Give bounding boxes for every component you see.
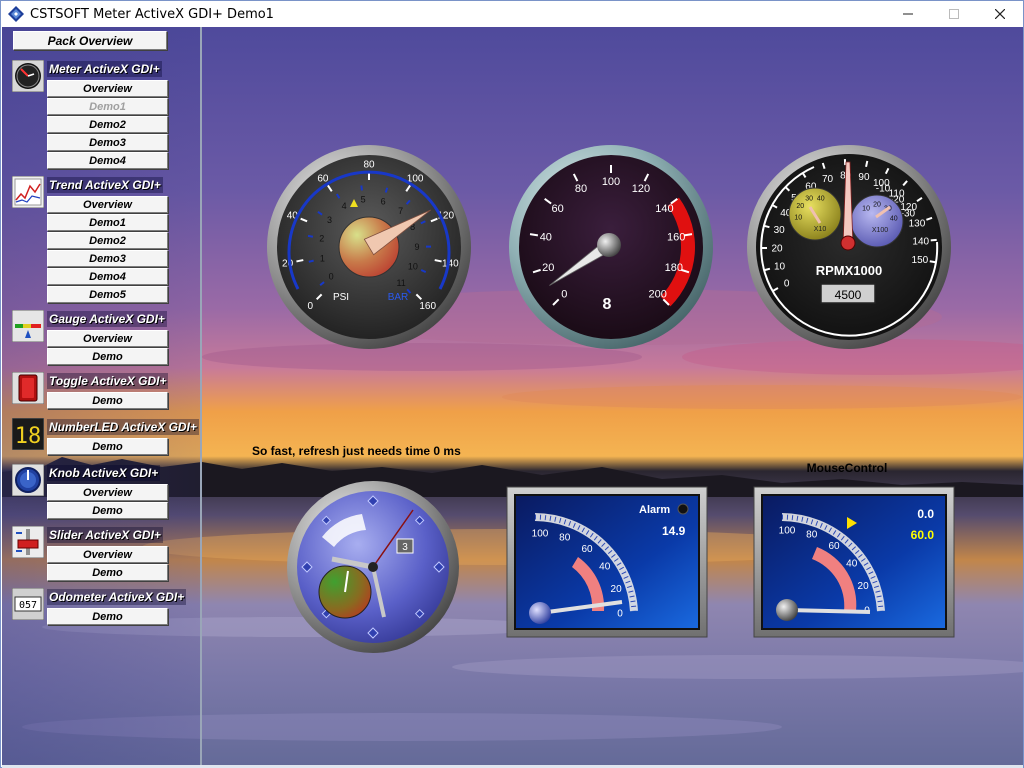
- speed-tick-label: 0: [561, 289, 567, 301]
- alarm-tick-label: 40: [599, 561, 611, 572]
- mouse-control-caption: MouseControl: [807, 461, 888, 475]
- speedometer-readout: 8: [603, 296, 612, 313]
- speed-tick-label: 20: [542, 262, 554, 274]
- rpm-tick: [865, 160, 869, 167]
- rpm-tick-label: 0: [784, 279, 790, 290]
- speed-tick: [529, 233, 539, 237]
- bar-tick-label: 9: [414, 242, 419, 252]
- bar-tick: [308, 259, 314, 263]
- mouse-meter-needle[interactable]: [786, 608, 871, 614]
- alarm-tick-label: 20: [611, 584, 623, 595]
- refresh-caption: So fast, refresh just needs time 0 ms: [252, 444, 461, 458]
- window-title: CSTSOFT Meter ActiveX GDI+ Demo1: [30, 6, 274, 22]
- rpm-tick-label: 70: [822, 174, 834, 185]
- alarm-indicator-icon: [677, 503, 689, 515]
- rpm-tick: [929, 260, 936, 264]
- bar-tick-label: 11: [396, 278, 405, 288]
- rpm-tick-label: 90: [858, 172, 870, 183]
- minimize-icon: [903, 13, 913, 15]
- rpm-sub-right-tick-label: 20: [873, 201, 881, 208]
- bar-unit-label: BAR: [388, 292, 409, 303]
- bar-tick-label: 7: [398, 206, 403, 216]
- psi-tick-label: 160: [419, 301, 436, 312]
- bar-tick-label: 0: [329, 272, 334, 282]
- alarm-tick-label: 0: [617, 609, 623, 620]
- rpm-gauge: 0102030405060708090100110120130140150-10…: [747, 145, 951, 349]
- speed-tick-label: 200: [648, 289, 666, 301]
- speed-tick-label: 100: [602, 176, 620, 188]
- app-window: CSTSOFT Meter ActiveX GDI+ Demo1 Pack Ov…: [0, 0, 1024, 768]
- rpm-tick-label: 10: [774, 262, 786, 273]
- close-icon: [995, 9, 1005, 19]
- close-button[interactable]: [977, 1, 1023, 27]
- rpm-sub-left-tick-label: 40: [817, 195, 825, 202]
- bar-tick-label: 6: [381, 196, 386, 206]
- psi-unit-label: PSI: [333, 292, 349, 303]
- rpm-tick-label: 140: [912, 237, 929, 248]
- alarm-tick-label: 80: [559, 532, 571, 543]
- psi-tick: [296, 259, 304, 263]
- speed-tick-label: 60: [551, 203, 563, 215]
- bar-tick-label: 1: [320, 254, 325, 264]
- meter-panel: 020406080100120140160 012345 67891011 PSI…: [252, 145, 955, 653]
- alarm-meter-panel: Alarm 14.9 100 80 60 40 20 0: [506, 486, 708, 638]
- speed-tick-label: 120: [632, 183, 650, 195]
- rpm-neg-tick-label: -10: [876, 184, 891, 195]
- rpm-sub-left-tick-label: 20: [796, 203, 804, 210]
- mouse-tick-label: 20: [858, 581, 870, 592]
- mouse-tick-label: 40: [846, 558, 858, 569]
- analog-clock-gauge: 3: [287, 481, 459, 653]
- rpm-tick-label: 30: [774, 225, 786, 236]
- rpm-sub-left-unit: X10: [814, 226, 827, 233]
- speed-tick-label: 80: [575, 183, 587, 195]
- alarm-tick-label: 100: [532, 529, 549, 540]
- title-bar[interactable]: CSTSOFT Meter ActiveX GDI+ Demo1: [1, 1, 1023, 27]
- psi-tick-label: 140: [442, 259, 459, 270]
- rpm-tick-label: 150: [912, 255, 929, 266]
- bar-tick-label: 10: [408, 262, 418, 272]
- rpm-tick-label: 130: [909, 219, 926, 230]
- speed-tick-label: 140: [655, 203, 673, 215]
- alarm-meter-value: 14.9: [662, 524, 686, 538]
- mouse-tick-label: 80: [806, 529, 818, 540]
- rpm-readout: 4500: [835, 288, 862, 302]
- psi-tick-label: 0: [308, 301, 314, 312]
- bar-tick: [360, 185, 363, 191]
- mouse-tick-label: 100: [779, 526, 796, 537]
- rpm-tick-label: 20: [771, 243, 783, 254]
- rpm-sub-right-tick-label: 10: [862, 205, 870, 212]
- minimize-button[interactable]: [885, 1, 931, 27]
- bar-tick-label: 2: [319, 234, 324, 244]
- psi-tick-label: 80: [363, 160, 375, 171]
- psi-tick: [434, 259, 442, 263]
- speed-tick-label: 180: [665, 262, 683, 274]
- alarm-label: Alarm: [639, 504, 670, 516]
- speedometer-gauge: 0 20 40 60 80 100 120 140 160 180 200 8: [509, 145, 713, 349]
- client-area: Pack Overview Meter ActiveX GDI+ Overvie…: [2, 27, 1023, 767]
- dual-pressure-gauge: 020406080100120140160 012345 67891011 PSI…: [267, 145, 471, 349]
- clock-date-value: 3: [402, 542, 408, 553]
- speed-tick-label: 40: [540, 232, 552, 244]
- bar-tick-label: 3: [327, 215, 332, 225]
- speed-tick-label: 160: [667, 232, 685, 244]
- mouse-meter-value: 0.0: [917, 507, 934, 521]
- bar-tick-label: 4: [342, 201, 347, 211]
- rpm-sub-left-tick-label: 10: [794, 214, 802, 221]
- bar-tick: [384, 187, 389, 193]
- mouse-control-meter-panel[interactable]: 0.0 60.0 100806040200: [753, 486, 955, 638]
- bar-tick: [307, 234, 314, 238]
- app-diamond-icon: [8, 6, 24, 22]
- maximize-icon: [949, 9, 959, 19]
- alarm-tick-label: 60: [581, 544, 593, 555]
- mouse-tick-label: 60: [828, 541, 840, 552]
- rpm-sub-right-unit: X100: [872, 227, 888, 234]
- rpm-sub-right-tick-label: 40: [890, 215, 898, 222]
- mouse-meter-setpoint: 60.0: [911, 528, 935, 542]
- rpm-sub-left-tick-label: 30: [805, 195, 813, 202]
- bar-tick-label: 5: [361, 195, 366, 205]
- maximize-button[interactable]: [931, 1, 977, 27]
- rpm-tick: [763, 224, 770, 229]
- rpm-label: RPMX1000: [816, 263, 882, 278]
